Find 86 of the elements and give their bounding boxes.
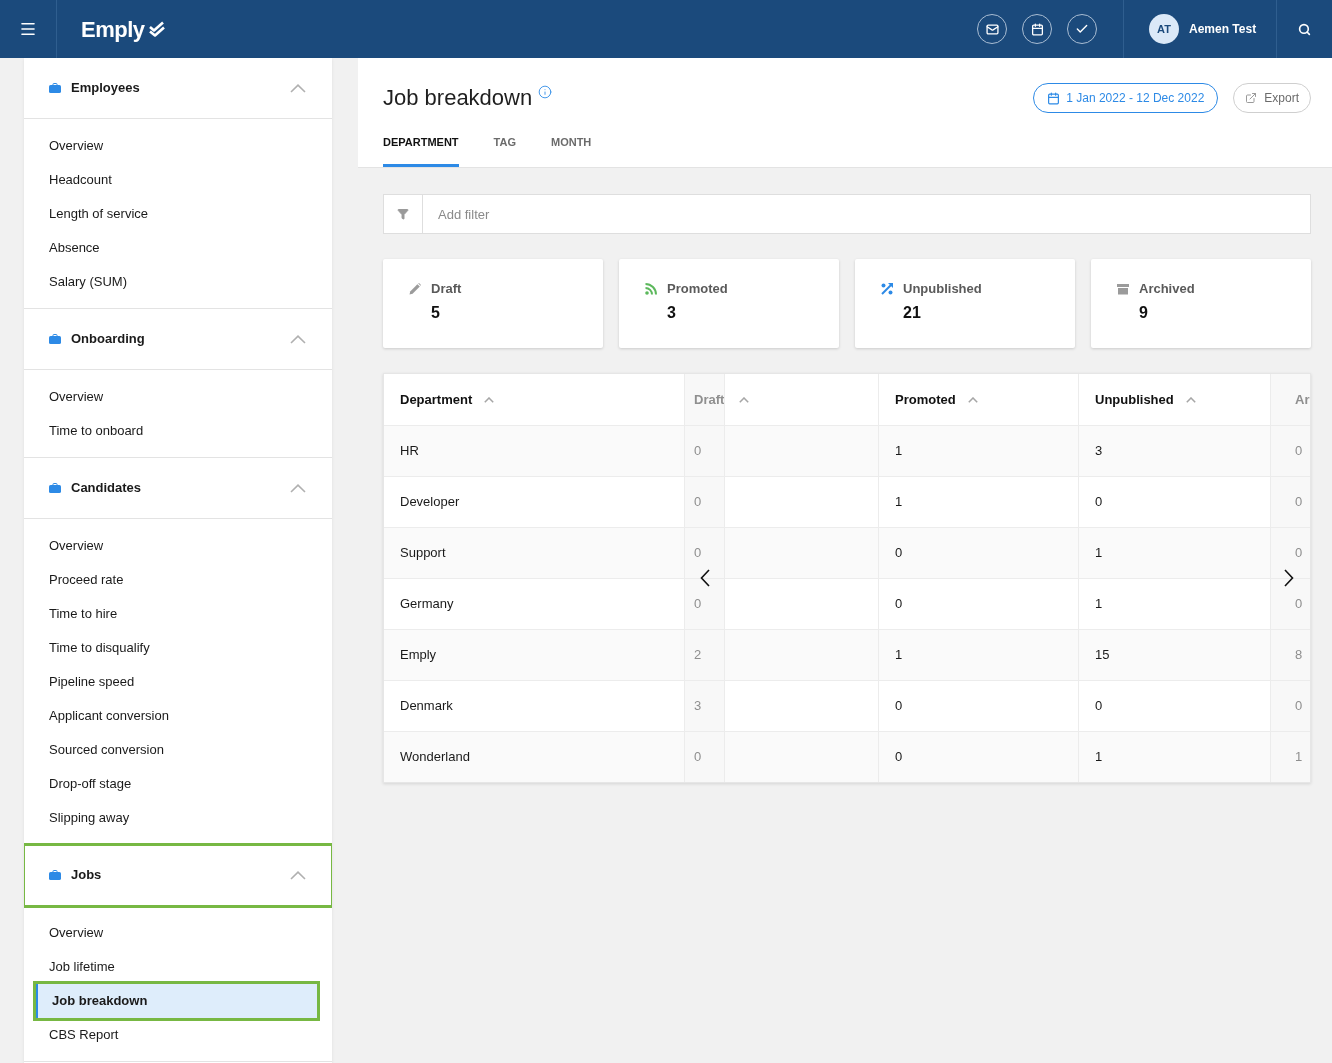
info-icon[interactable] xyxy=(538,85,553,99)
sidebar-item[interactable]: Time to onboard xyxy=(24,414,332,448)
table-cell: 0 xyxy=(684,426,725,476)
briefcase-icon xyxy=(49,83,61,93)
stat-label: Draft xyxy=(431,280,462,299)
table-cell: 0 xyxy=(1270,579,1310,629)
table-cell: 1 xyxy=(878,426,1078,476)
stat-label: Unpublished xyxy=(903,280,982,299)
table-cell: 0 xyxy=(684,528,725,578)
table-cell-text: Wonderland xyxy=(399,748,471,767)
sidebar-item[interactable]: Length of service xyxy=(24,197,332,231)
stat-value: 9 xyxy=(1139,303,1149,323)
briefcase-icon xyxy=(49,870,61,880)
logo-text: Emply xyxy=(81,15,145,44)
table-cell: 0 xyxy=(684,579,725,629)
chevron-right-icon xyxy=(1284,569,1294,587)
table-cell-text: Developer xyxy=(399,493,461,512)
sidebar-item[interactable]: Time to disqualify xyxy=(24,631,332,665)
chevron-left-icon xyxy=(700,569,710,587)
user-avatar: AT xyxy=(1149,14,1179,44)
table-cell: 0 xyxy=(1270,477,1310,527)
table-cell: 3 xyxy=(684,681,725,731)
sidebar-item[interactable]: Overview xyxy=(24,129,332,163)
sidebar-item[interactable]: Headcount xyxy=(24,163,332,197)
tab[interactable]: DEPARTMENT xyxy=(383,135,459,167)
sidebar-item[interactable]: CBS Report xyxy=(24,1018,332,1052)
sidebar-item[interactable]: Overview xyxy=(24,916,332,950)
sidebar-item[interactable]: Overview xyxy=(24,529,332,563)
sidebar-item[interactable]: Overview xyxy=(24,380,332,414)
stat-label: Promoted xyxy=(667,280,728,299)
sidebar-item[interactable]: Job breakdown xyxy=(36,984,317,1018)
sidebar-item[interactable]: Job lifetime xyxy=(24,950,332,984)
sidebar-item[interactable]: Absence xyxy=(24,231,332,265)
column-header[interactable]: Promoted xyxy=(878,374,1078,425)
sidebar-item[interactable]: Salary (SUM) xyxy=(24,265,332,299)
table-cell-text: Denmark xyxy=(399,697,454,716)
menu-icon xyxy=(19,20,37,38)
logo-mark-icon xyxy=(147,21,166,37)
briefcase-icon xyxy=(49,483,61,493)
stat-value: 21 xyxy=(903,303,922,323)
sidebar-item[interactable]: Sourced conversion xyxy=(24,733,332,767)
sidebar-section-header[interactable]: Jobs xyxy=(24,845,332,906)
table-cell: 1 xyxy=(878,630,1078,680)
stat-value: 3 xyxy=(667,303,677,323)
table-cell: 0 xyxy=(878,732,1078,782)
tab[interactable]: MONTH xyxy=(551,135,592,167)
sidebar-item[interactable]: Pipeline speed xyxy=(24,665,332,699)
check-icon xyxy=(1075,22,1089,36)
sidebar-item[interactable]: Slipping away xyxy=(24,801,332,835)
sidebar-item[interactable]: Drop-off stage xyxy=(24,767,332,801)
page-title: Job breakdown xyxy=(383,84,533,112)
table-cell: 0 xyxy=(684,477,725,527)
stat-label: Archived xyxy=(1139,280,1195,299)
export-icon xyxy=(1245,92,1258,104)
calendar-icon xyxy=(1047,91,1061,105)
table-cell-text: Emply xyxy=(399,646,438,665)
calendar-icon xyxy=(1030,22,1044,36)
stat-value: 5 xyxy=(431,303,441,323)
sidebar-item[interactable]: Proceed rate xyxy=(24,563,332,597)
column-header: Ar xyxy=(1270,374,1310,425)
sidebar-section-header[interactable]: Onboarding xyxy=(24,309,332,370)
envelope-icon xyxy=(985,22,999,36)
table-cell: 0 xyxy=(1270,681,1310,731)
tab[interactable]: TAG xyxy=(493,135,516,167)
column-header: Draft xyxy=(684,374,725,425)
sidebar-section-header[interactable]: Candidates xyxy=(24,458,332,519)
column-header[interactable]: Department xyxy=(384,374,684,425)
sidebar-section-header[interactable]: Employees xyxy=(24,58,332,119)
table-cell: 0 xyxy=(878,681,1078,731)
scroll-left-button[interactable] xyxy=(700,569,710,587)
filter-icon[interactable] xyxy=(383,194,423,234)
scroll-right-button[interactable] xyxy=(1284,569,1294,587)
table-cell-text: Germany xyxy=(399,595,455,614)
user-name: Aemen Test xyxy=(1189,21,1257,38)
table-cell-text: Support xyxy=(399,544,447,563)
table-cell: 0 xyxy=(684,732,725,782)
sidebar-item[interactable]: Applicant conversion xyxy=(24,699,332,733)
search-icon xyxy=(1298,22,1311,36)
table-cell: 2 xyxy=(684,630,725,680)
sidebar-item[interactable]: Time to hire xyxy=(24,597,332,631)
table-cell: 0 xyxy=(878,528,1078,578)
table-cell-text: HR xyxy=(399,442,420,461)
table-cell: 0 xyxy=(878,579,1078,629)
filter-input[interactable]: Add filter xyxy=(423,194,1311,234)
briefcase-icon xyxy=(49,334,61,344)
table-cell: 1 xyxy=(878,477,1078,527)
